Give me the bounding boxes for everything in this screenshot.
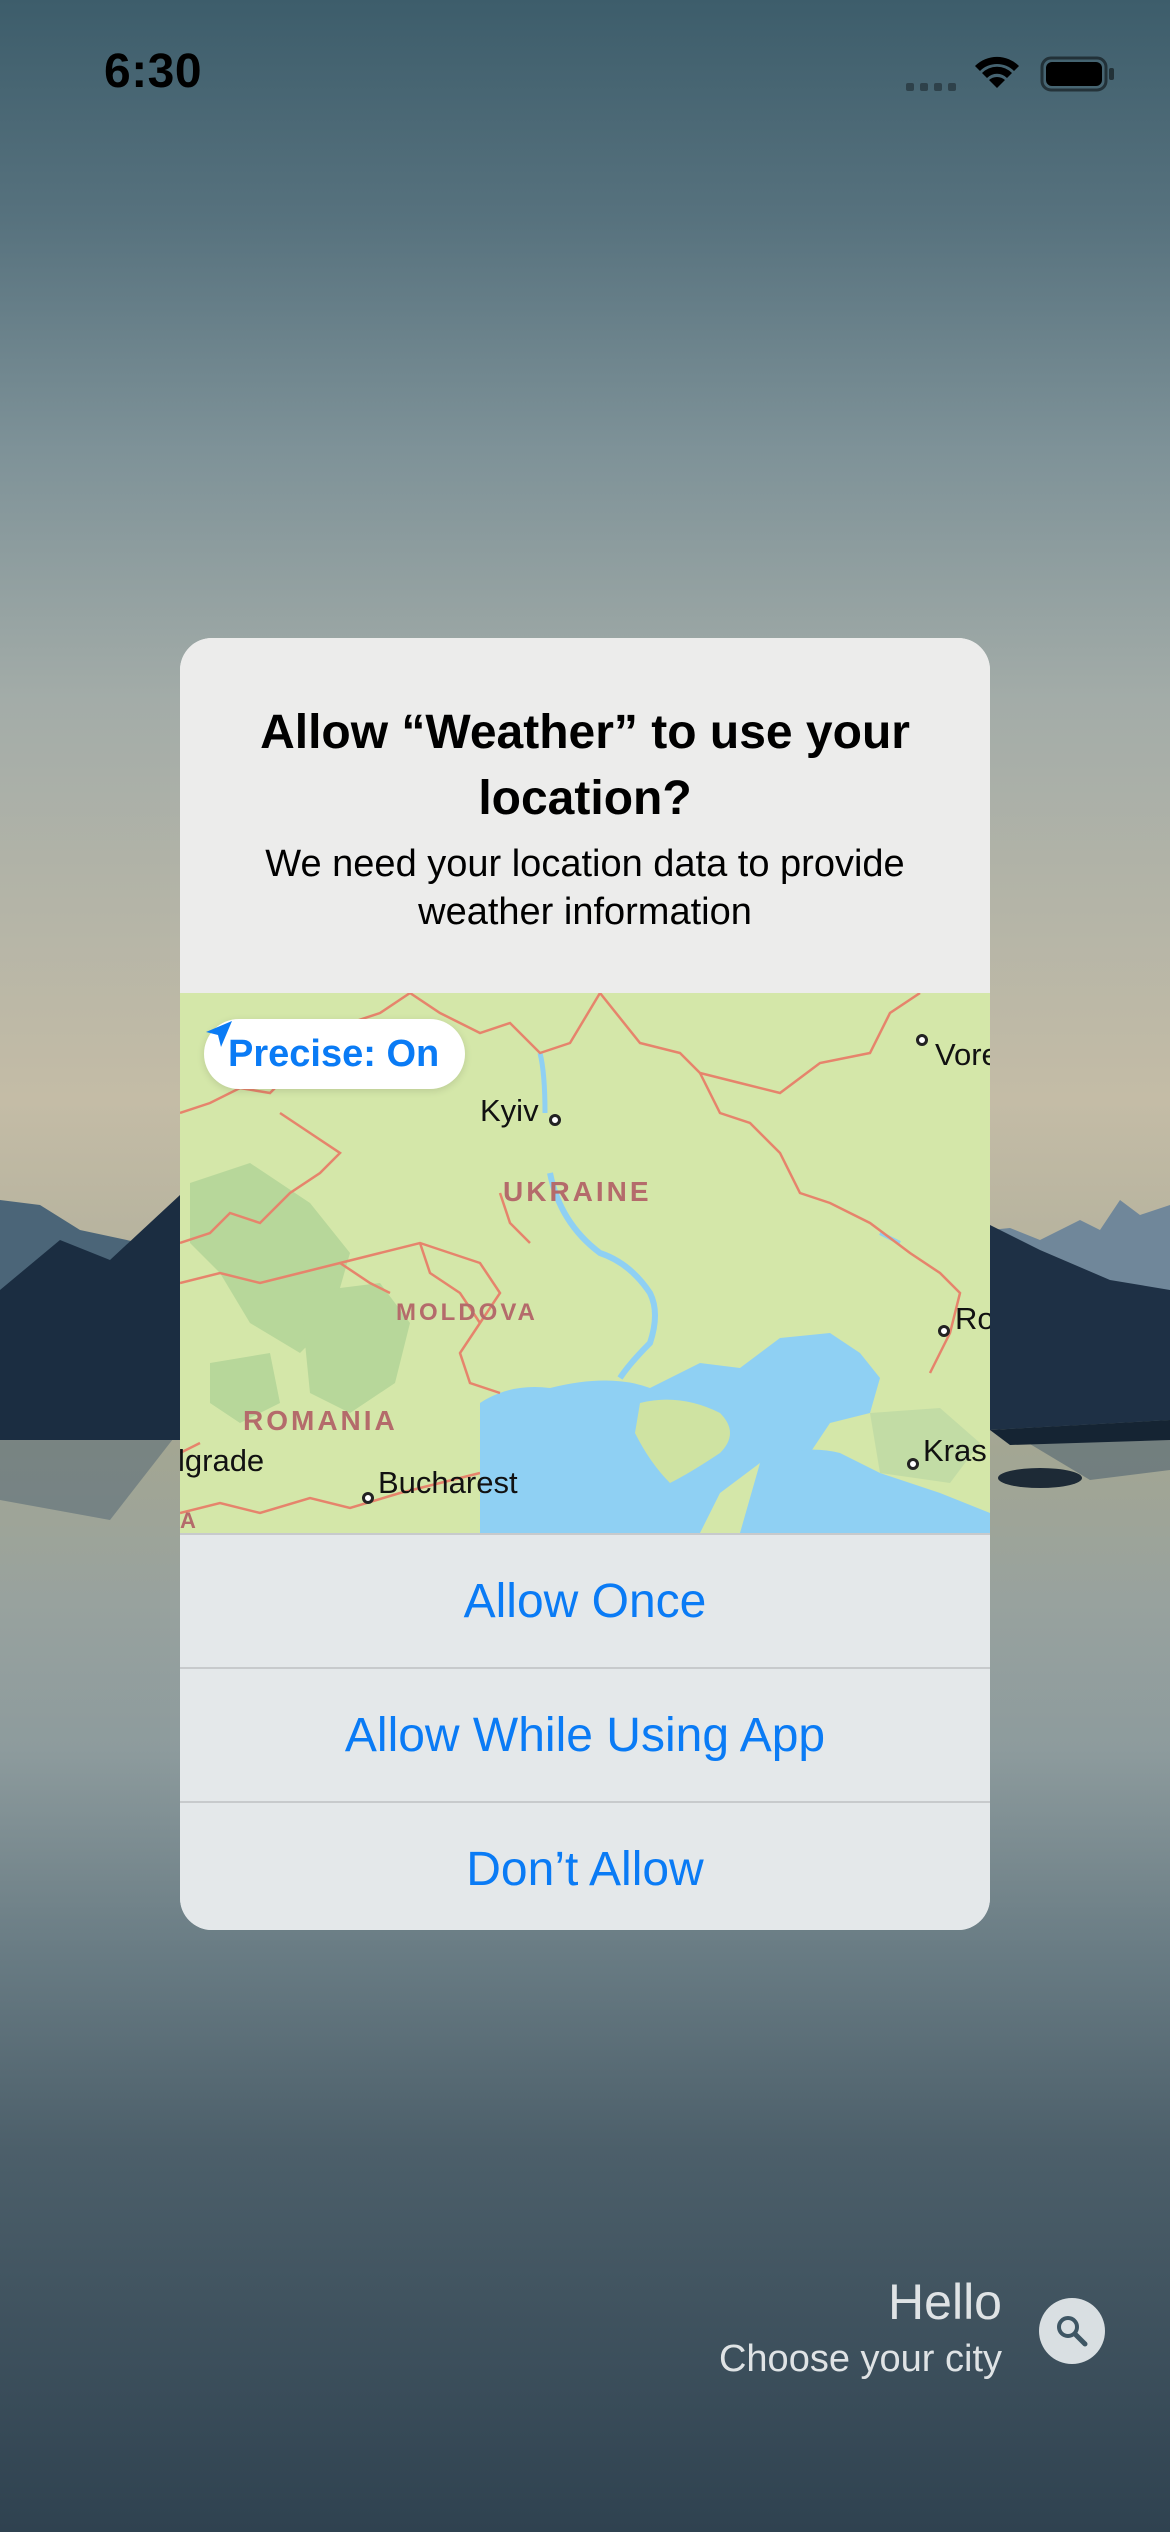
- alert-message: We need your location data to provide we…: [265, 843, 905, 933]
- map-country-label: A: [180, 1508, 199, 1533]
- alert-title: Allow “Weather” to use your location?: [260, 706, 910, 825]
- status-time: 6:30: [104, 45, 203, 98]
- wifi-icon: [975, 56, 1019, 88]
- location-arrow-icon: [206, 1021, 232, 1047]
- map-city-label: Kyiv: [480, 1093, 539, 1128]
- search-icon: [1057, 2316, 1088, 2347]
- map-city-label: Bucharest: [378, 1465, 518, 1500]
- greeting-subtitle: Choose your city: [718, 2338, 1002, 2380]
- location-permission-alert: Allow “Weather” to use your location? We…: [180, 638, 990, 1930]
- alert-header: Allow “Weather” to use your location? We…: [180, 638, 990, 993]
- status-bar: 6:30: [0, 0, 1170, 150]
- greeting-title: Hello: [888, 2274, 1002, 2330]
- map-country-label: UKRAINE: [503, 1176, 652, 1207]
- map-city-label: Kras: [923, 1433, 987, 1468]
- map-city-label: Vore: [935, 1037, 990, 1072]
- greeting-block: Hello Choose your city: [719, 2270, 1002, 2384]
- search-button[interactable]: [1039, 2298, 1105, 2364]
- map-city-label: Ro: [955, 1301, 990, 1336]
- allow-once-button[interactable]: Allow Once: [180, 1533, 990, 1667]
- dont-allow-button[interactable]: Don’t Allow: [180, 1801, 990, 1930]
- signal-icon: [906, 83, 956, 91]
- battery-icon: [1040, 56, 1114, 92]
- allow-while-using-button[interactable]: Allow While Using App: [180, 1667, 990, 1801]
- precise-label: Precise: On: [228, 1032, 440, 1075]
- map-country-label: ROMANIA: [243, 1405, 398, 1436]
- map-country-label: MOLDOVA: [396, 1299, 538, 1326]
- map-city-label: lgrade: [180, 1443, 265, 1478]
- location-map[interactable]: Kyiv Bucharest lgrade Vore Ro Kras UKRAI…: [180, 993, 990, 1533]
- precise-location-toggle[interactable]: Precise: On: [204, 1019, 466, 1089]
